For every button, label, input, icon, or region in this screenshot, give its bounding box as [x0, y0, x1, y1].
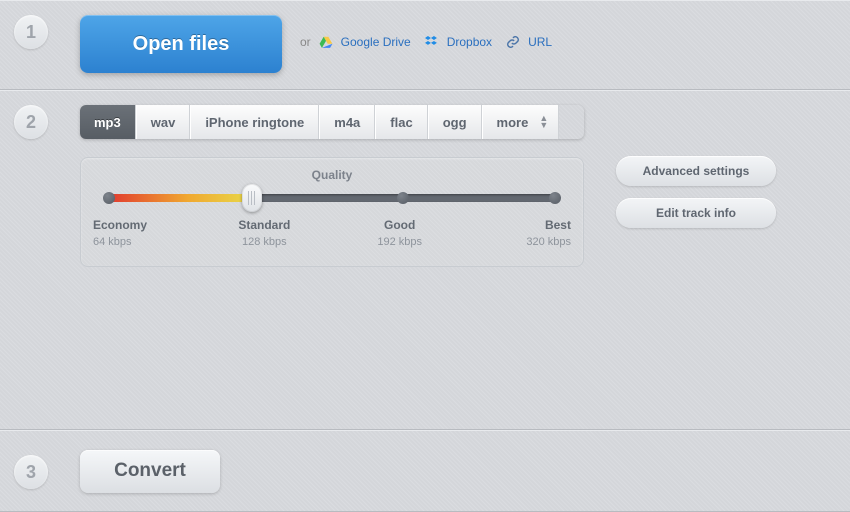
quality-name: Economy	[93, 218, 165, 232]
format-mp3[interactable]: mp3	[80, 105, 136, 139]
step-number-1: 1	[14, 15, 48, 49]
open-files-button[interactable]: Open files	[80, 15, 282, 73]
advanced-settings-button[interactable]: Advanced settings	[616, 156, 776, 186]
quality-name: Good	[364, 218, 436, 232]
dropbox-icon	[425, 35, 439, 49]
step-number-2: 2	[14, 105, 48, 139]
quality-tick-good[interactable]	[397, 192, 409, 204]
quality-name: Best	[499, 218, 571, 232]
link-icon	[506, 35, 520, 49]
google-drive-link[interactable]: Google Drive	[341, 35, 411, 49]
edit-track-info-button[interactable]: Edit track info	[616, 198, 776, 228]
quality-rate: 192 kbps	[364, 236, 436, 248]
convert-button[interactable]: Convert	[80, 450, 220, 493]
quality-name: Standard	[228, 218, 300, 232]
format-more-dropdown[interactable]: more ▲▼	[482, 105, 560, 139]
quality-panel: Quality Economy 64 kbps Standard 128 kbp…	[80, 157, 584, 267]
format-wav[interactable]: wav	[136, 105, 191, 139]
google-drive-icon	[319, 35, 333, 49]
quality-tick-economy[interactable]	[103, 192, 115, 204]
format-flac[interactable]: flac	[375, 105, 427, 139]
format-more-label: more	[497, 115, 529, 130]
quality-rate: 128 kbps	[228, 236, 300, 248]
quality-rate: 320 kbps	[499, 236, 571, 248]
updown-icon: ▲▼	[539, 115, 548, 129]
quality-slider-fill	[109, 194, 252, 202]
quality-label-economy: Economy 64 kbps	[93, 218, 165, 248]
url-link[interactable]: URL	[528, 35, 552, 49]
step-number-3: 3	[14, 455, 48, 489]
dropbox-link[interactable]: Dropbox	[447, 35, 492, 49]
quality-slider-track[interactable]	[109, 194, 555, 202]
format-m4a[interactable]: m4a	[319, 105, 375, 139]
or-label: or	[300, 35, 311, 49]
quality-label-best: Best 320 kbps	[499, 218, 571, 248]
format-selector: mp3 wav iPhone ringtone m4a flac ogg mor…	[80, 105, 584, 139]
quality-rate: 64 kbps	[93, 236, 165, 248]
quality-slider-handle[interactable]	[242, 184, 262, 212]
quality-label-standard: Standard 128 kbps	[228, 218, 300, 248]
format-ogg[interactable]: ogg	[428, 105, 482, 139]
quality-title: Quality	[109, 168, 555, 182]
quality-tick-best[interactable]	[549, 192, 561, 204]
format-iphone-ringtone[interactable]: iPhone ringtone	[190, 105, 319, 139]
quality-label-good: Good 192 kbps	[364, 218, 436, 248]
